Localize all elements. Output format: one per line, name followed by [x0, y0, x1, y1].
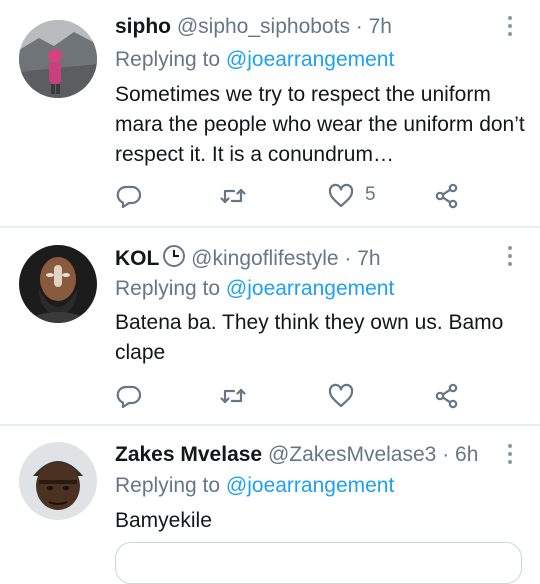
replying-to: Replying to @joearrangement	[115, 47, 394, 73]
share-icon	[435, 383, 458, 409]
timestamp[interactable]: · 7h	[344, 247, 380, 270]
replying-to: Replying to @joearrangement	[115, 276, 394, 302]
replying-to-label: Replying to	[115, 474, 221, 497]
replying-to-label: Replying to	[115, 277, 221, 300]
display-name[interactable]: Zakes Mvelase	[115, 443, 262, 466]
tweet-header: Zakes Mvelase @ZakesMvelase3 · 6h	[115, 442, 478, 468]
more-icon[interactable]	[503, 246, 517, 268]
tweet-text: Bamyekile	[115, 509, 212, 532]
tweet-header: sipho @sipho_siphobots · 7h	[115, 14, 392, 40]
tweet-actions: 5	[115, 182, 475, 210]
mention-link[interactable]: @joearrangement	[226, 474, 394, 497]
avatar-zakes[interactable]	[19, 442, 97, 520]
retweet-icon	[220, 388, 246, 404]
display-name[interactable]: KOL	[115, 247, 159, 270]
mention-link[interactable]: @joearrangement	[226, 48, 394, 71]
share-button[interactable]	[433, 382, 461, 410]
username[interactable]: @kingoflifestyle	[191, 247, 338, 270]
retweet-icon	[220, 188, 246, 204]
replying-to: Replying to @joearrangement	[115, 473, 394, 499]
share-icon	[435, 183, 458, 209]
tweet-text: Batena ba. They think they own us. Bamo …	[115, 311, 504, 364]
tweet-actions	[115, 382, 475, 410]
tweet-text: Sometimes we try to respect the uniform …	[115, 83, 525, 166]
reply-button[interactable]	[115, 182, 143, 210]
more-icon[interactable]	[503, 444, 517, 466]
retweet-button[interactable]	[219, 182, 247, 210]
share-button[interactable]	[433, 182, 461, 210]
like-count: 5	[365, 184, 376, 205]
like-icon	[328, 383, 354, 408]
like-button[interactable]	[327, 382, 355, 410]
like-icon	[328, 183, 354, 208]
clock-emoji-icon	[163, 245, 186, 267]
reply-button[interactable]	[115, 382, 143, 410]
tweet-sipho[interactable]: sipho @sipho_siphobots · 7h Replying to …	[0, 0, 540, 226]
avatar-sipho[interactable]	[19, 20, 97, 98]
display-name[interactable]: sipho	[115, 15, 171, 38]
avatar-kol[interactable]	[19, 245, 97, 323]
tweet-header: KOL @kingoflifestyle · 7h	[115, 245, 381, 272]
like-button[interactable]: 5	[327, 182, 376, 210]
timestamp[interactable]: · 6h	[442, 443, 478, 466]
tweet-kol[interactable]: KOL @kingoflifestyle · 7h Replying to @j…	[0, 228, 540, 424]
more-icon[interactable]	[503, 16, 517, 38]
reply-icon	[116, 385, 142, 409]
replying-to-label: Replying to	[115, 48, 221, 71]
tweet-zakes[interactable]: Zakes Mvelase @ZakesMvelase3 · 6h Replyi…	[0, 426, 540, 584]
username[interactable]: @ZakesMvelase3	[268, 443, 436, 466]
mention-link[interactable]: @joearrangement	[226, 277, 394, 300]
timestamp[interactable]: · 7h	[356, 15, 392, 38]
media-card[interactable]	[115, 542, 522, 584]
username[interactable]: @sipho_siphobots	[177, 15, 350, 38]
retweet-button[interactable]	[219, 382, 247, 410]
reply-icon	[116, 185, 142, 209]
